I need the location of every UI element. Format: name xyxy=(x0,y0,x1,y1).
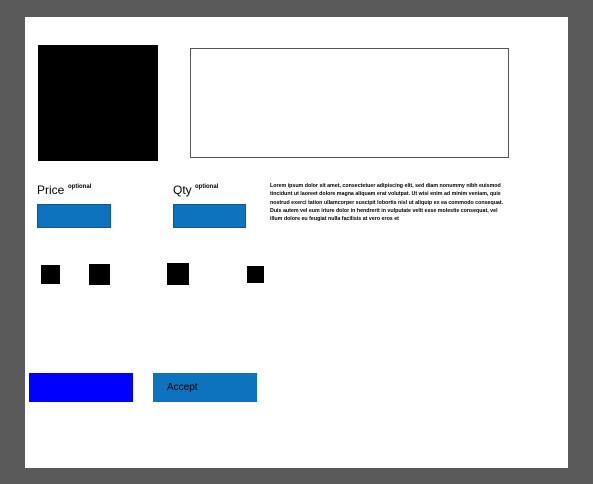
qty-label: Qty xyxy=(173,183,192,197)
price-label: Price xyxy=(37,183,65,197)
square-option-1[interactable] xyxy=(41,265,60,284)
price-input[interactable] xyxy=(37,204,111,228)
square-option-2[interactable] xyxy=(89,264,110,285)
image-placeholder xyxy=(38,45,158,161)
accept-button[interactable]: Accept xyxy=(153,373,257,402)
notes-textarea[interactable] xyxy=(190,48,509,158)
qty-optional-hint: optional xyxy=(195,184,219,190)
description-text: Lorem ipsum dolor sit amet, consectetuer… xyxy=(270,183,504,223)
primary-button[interactable] xyxy=(29,373,133,402)
form-canvas: Price optional Qty optional Lorem ipsum … xyxy=(25,17,568,468)
price-optional-hint: optional xyxy=(68,184,92,190)
square-option-3[interactable] xyxy=(167,263,189,285)
square-option-4[interactable] xyxy=(247,266,264,283)
qty-input[interactable] xyxy=(173,204,246,228)
